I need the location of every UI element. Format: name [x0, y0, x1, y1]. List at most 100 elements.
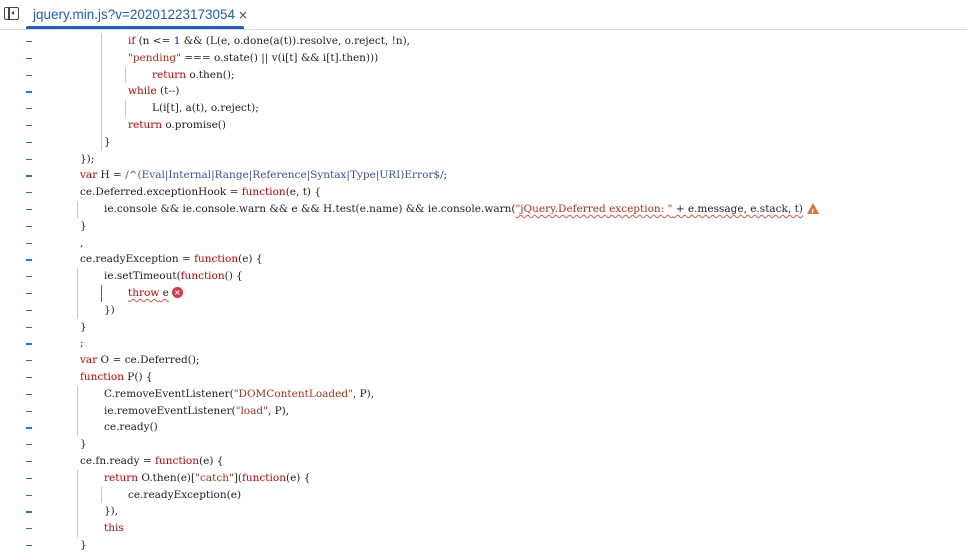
code-line[interactable]: } — [0, 436, 967, 453]
code-line[interactable]: var O = ce.Deferred(); — [0, 352, 967, 369]
code-line[interactable]: } — [0, 319, 967, 336]
code-text: if (n <= 1 && (L(e, o.done(a(t)).resolve… — [128, 33, 410, 50]
code-line[interactable]: ; — [0, 335, 967, 352]
code-line[interactable]: L(i[t], a(t), o.reject); — [0, 100, 967, 117]
gutter-marker[interactable] — [26, 259, 32, 261]
gutter-marker[interactable] — [26, 477, 32, 479]
gutter-marker[interactable] — [26, 57, 32, 59]
indent-guide — [125, 100, 126, 117]
warning-icon[interactable] — [806, 202, 819, 221]
gutter-marker[interactable] — [26, 444, 32, 446]
gutter-marker[interactable] — [26, 326, 32, 328]
gutter-marker[interactable] — [26, 309, 32, 311]
gutter-marker[interactable] — [26, 175, 32, 177]
code-token: (e) { — [238, 253, 263, 266]
code-line[interactable]: C.removeEventListener("DOMContentLoaded"… — [0, 386, 967, 403]
code-token: (e) { — [199, 455, 224, 467]
gutter-marker[interactable] — [26, 158, 32, 160]
active-tab-indicator — [26, 26, 244, 29]
code-line[interactable]: this — [0, 520, 967, 537]
gutter-marker[interactable] — [26, 209, 32, 211]
code-text: return o.then(); — [152, 67, 235, 84]
code-line[interactable]: if (n <= 1 && (L(e, o.done(a(t)).resolve… — [0, 33, 967, 50]
gutter-marker[interactable] — [26, 461, 32, 463]
gutter-marker[interactable] — [26, 393, 32, 395]
gutter-marker[interactable] — [26, 108, 32, 110]
code-line[interactable]: ce.ready() — [0, 419, 967, 436]
gutter-marker[interactable] — [26, 276, 32, 278]
close-icon[interactable]: × — [238, 8, 248, 22]
gutter-marker[interactable] — [26, 545, 32, 547]
code-line[interactable]: return o.promise() — [0, 117, 967, 134]
code-line[interactable]: return o.then(); — [0, 67, 967, 84]
gutter-marker[interactable] — [26, 377, 32, 379]
code-token: ; — [80, 337, 84, 350]
code-token: var — [80, 354, 98, 367]
code-line[interactable]: function P() { — [0, 369, 967, 386]
code-line[interactable]: "pending" === o.state() || v(i[t] && i[t… — [0, 50, 967, 67]
code-token: o.then(); — [186, 68, 235, 81]
code-token: ; — [443, 169, 448, 182]
gutter-marker[interactable] — [26, 141, 32, 143]
code-token: } — [80, 438, 87, 451]
code-token: var — [80, 169, 98, 182]
gutter-marker[interactable] — [26, 225, 32, 227]
code-text: return O.then(e)["catch"](function(e) { — [104, 470, 310, 487]
code-line[interactable]: return O.then(e)["catch"](function(e) { — [0, 470, 967, 487]
code-line[interactable]: ce.Deferred.exceptionHook = function(e, … — [0, 184, 967, 201]
code-token: "jQuery.Deferred exception: " — [515, 203, 673, 215]
code-line[interactable]: } — [0, 537, 967, 554]
code-token: ie.console && ie.console.warn && e && H.… — [104, 203, 516, 215]
code-line[interactable]: }) — [0, 302, 967, 319]
code-token: } — [80, 219, 87, 232]
code-text: } — [80, 218, 87, 235]
code-token: while — [128, 85, 157, 98]
code-token: }), — [104, 505, 119, 518]
code-token: "pending" — [128, 51, 181, 64]
code-line[interactable]: ce.readyException = function(e) { — [0, 251, 967, 268]
gutter-marker[interactable] — [26, 360, 32, 362]
code-line[interactable]: ie.console && ie.console.warn && e && H.… — [0, 201, 967, 221]
code-line[interactable]: ce.readyException(e) — [0, 487, 967, 504]
code-editor[interactable]: if (n <= 1 && (L(e, o.done(a(t)).resolve… — [0, 33, 967, 559]
gutter-marker[interactable] — [26, 74, 32, 76]
code-line[interactable]: } — [0, 218, 967, 235]
code-text: ie.console && ie.console.warn && e && H.… — [104, 201, 819, 221]
sidebar-toggle-icon[interactable] — [4, 7, 19, 20]
error-icon[interactable]: × — [171, 286, 183, 298]
code-line[interactable]: , — [0, 235, 967, 252]
code-line[interactable]: ie.setTimeout(function() { — [0, 268, 967, 285]
code-line[interactable]: ie.removeEventListener("load", P), — [0, 403, 967, 420]
gutter-marker[interactable] — [26, 293, 32, 295]
code-line[interactable]: ce.fn.ready = function(e) { — [0, 453, 967, 470]
code-token: && (L(e, o.done(a(t)).resolve, o.reject,… — [180, 35, 411, 47]
code-token: P() { — [123, 371, 153, 383]
gutter-marker[interactable] — [26, 41, 32, 43]
gutter-marker[interactable] — [26, 511, 32, 513]
indent-guide — [77, 201, 78, 218]
code-token: , P), — [267, 404, 290, 417]
code-line[interactable]: var H = /^(Eval|Internal|Range|Reference… — [0, 167, 967, 184]
tab-jquery-min-js[interactable]: jquery.min.js?v=20201223173054 × — [26, 0, 248, 29]
gutter-marker[interactable] — [26, 343, 32, 345]
gutter-marker[interactable] — [26, 427, 32, 429]
code-line[interactable]: }), — [0, 503, 967, 520]
gutter-marker[interactable] — [26, 528, 32, 530]
gutter-marker[interactable] — [26, 494, 32, 496]
code-token: this — [104, 522, 124, 535]
code-line[interactable]: throw e × — [0, 285, 967, 302]
code-token: ie.setTimeout( — [104, 270, 181, 283]
indent-guide — [125, 66, 126, 84]
gutter-marker[interactable] — [26, 242, 32, 244]
code-line[interactable]: } — [0, 134, 967, 151]
code-token: } — [80, 320, 87, 333]
gutter-marker[interactable] — [26, 192, 32, 194]
gutter-marker[interactable] — [26, 91, 32, 93]
gutter-marker[interactable] — [26, 410, 32, 412]
code-line[interactable]: }); — [0, 151, 967, 168]
code-line[interactable]: while (t--) — [0, 83, 967, 100]
code-token: O = ce.Deferred(); — [97, 354, 200, 367]
indent-guide — [77, 385, 78, 437]
gutter-marker[interactable] — [26, 125, 32, 127]
code-token: L(i[t], a(t), o.reject); — [152, 102, 259, 115]
